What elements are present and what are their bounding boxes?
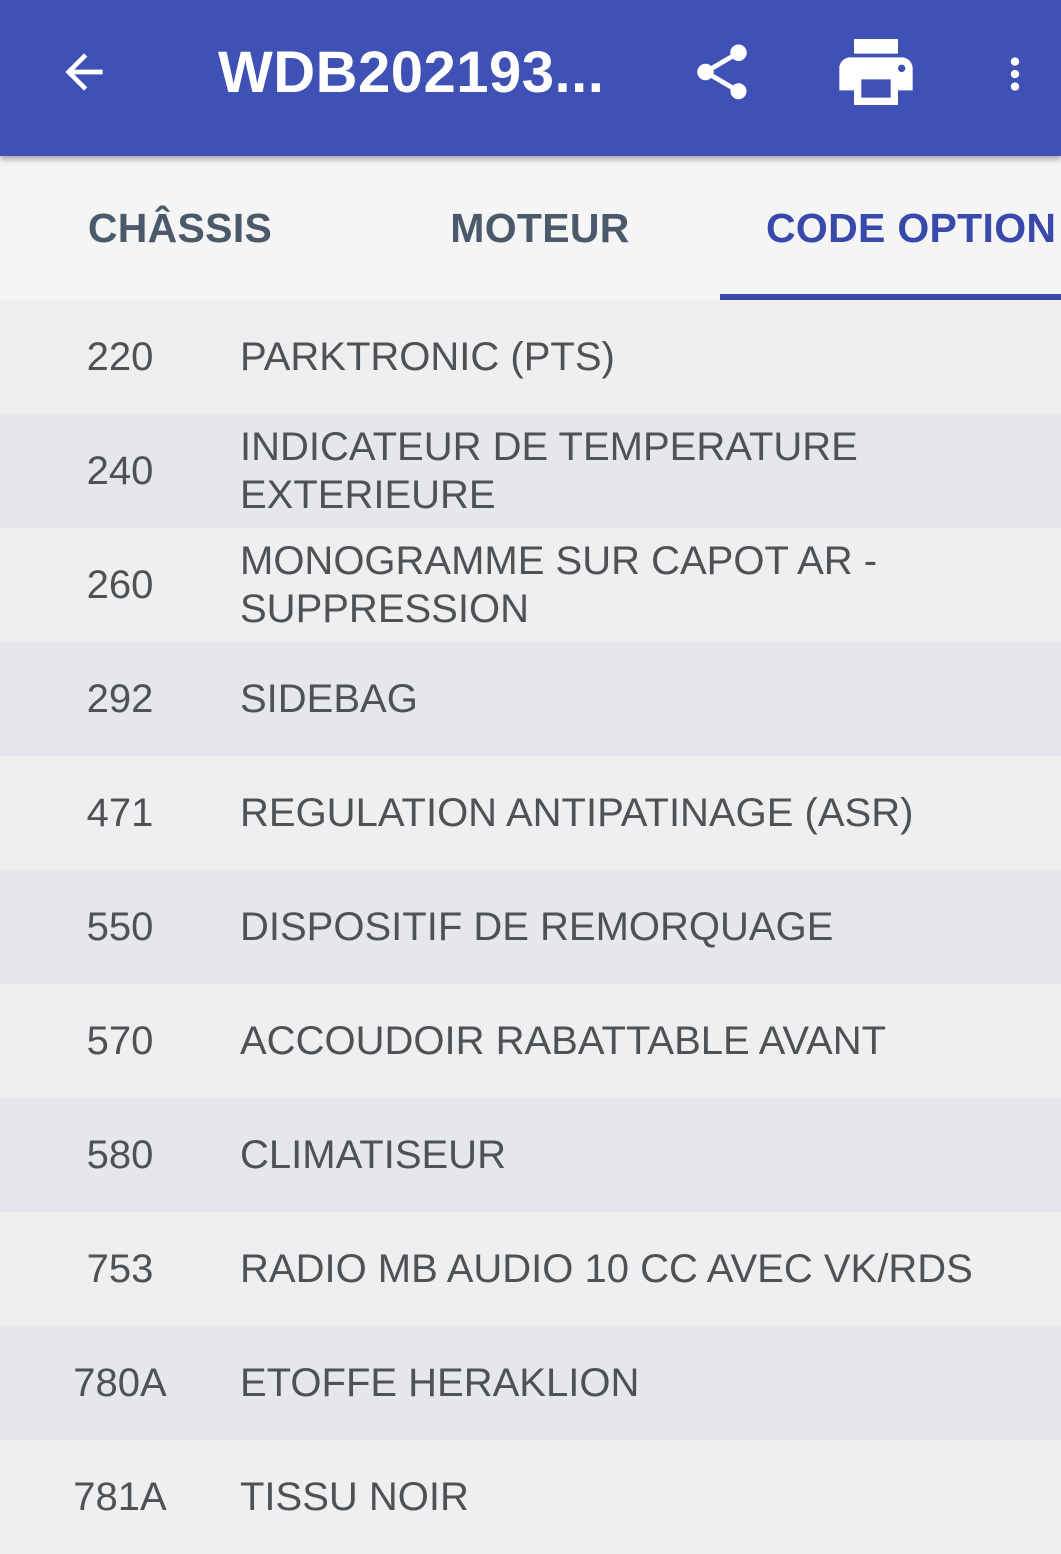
option-description: SIDEBAG [240,677,418,721]
option-code: 570 [86,1018,154,1063]
tab-bar: CHÂSSIS MOTEUR CODE OPTION [0,156,1061,300]
option-description: RADIO MB AUDIO 10 CC AVEC VK/RDS [240,1247,973,1291]
option-code: 753 [86,1246,154,1291]
active-tab-indicator [720,294,1061,300]
option-code: 580 [86,1132,154,1177]
option-description: ACCOUDOIR RABATTABLE AVANT [240,1019,887,1063]
option-description: DISPOSITIF DE REMORQUAGE [240,905,834,949]
option-code: 780A [73,1360,167,1405]
list-item[interactable]: 292 SIDEBAG [0,642,1061,756]
option-description: PARKTRONIC (PTS) [240,335,615,379]
list-item[interactable]: 580 CLIMATISEUR [0,1098,1061,1212]
option-code: 260 [86,562,154,607]
option-description: REGULATION ANTIPATINAGE (ASR) [240,791,914,835]
list-item[interactable]: 570 ACCOUDOIR RABATTABLE AVANT [0,984,1061,1098]
list-item[interactable]: 220 PARKTRONIC (PTS) [0,300,1061,414]
option-code: 292 [86,676,154,721]
list-item[interactable]: 781A TISSU NOIR [0,1440,1061,1554]
arrow-left-icon [65,53,103,91]
tab-chassis[interactable]: CHÂSSIS [0,156,360,300]
option-description: INDICATEUR DE TEMPERATURE EXTERIEURE [240,425,858,517]
share-button[interactable] [680,30,764,114]
option-code-list: 220 PARKTRONIC (PTS) 240 INDICATEUR DE T… [0,300,1061,1554]
option-code: 220 [86,334,154,379]
option-code: 471 [86,790,154,835]
list-item[interactable]: 550 DISPOSITIF DE REMORQUAGE [0,870,1061,984]
option-code: 781A [73,1474,167,1519]
option-code: 240 [86,448,154,493]
list-item[interactable]: 780A ETOFFE HERAKLION [0,1326,1061,1440]
option-description: MONOGRAMME SUR CAPOT AR - SUPPRESSION [240,539,878,631]
tab-code-option[interactable]: CODE OPTION [720,156,1061,300]
list-item[interactable]: 471 REGULATION ANTIPATINAGE (ASR) [0,756,1061,870]
share-icon [697,44,747,100]
list-item[interactable]: 260 MONOGRAMME SUR CAPOT AR - SUPPRESSIO… [0,528,1061,642]
print-button[interactable] [830,28,922,116]
list-item[interactable]: 753 RADIO MB AUDIO 10 CC AVEC VK/RDS [0,1212,1061,1326]
option-description: TISSU NOIR [240,1475,469,1519]
option-description: CLIMATISEUR [240,1133,506,1177]
back-button[interactable] [44,32,124,112]
tab-moteur[interactable]: MOTEUR [360,156,720,300]
more-vert-icon [1010,57,1020,91]
list-item[interactable]: 240 INDICATEUR DE TEMPERATURE EXTERIEURE [0,414,1061,528]
print-icon [839,39,913,105]
option-description: ETOFFE HERAKLION [240,1361,640,1405]
page-title: WDB202193... [218,40,605,105]
option-code: 550 [86,904,154,949]
app-bar: WDB202193... [0,0,1061,156]
more-options-button[interactable] [990,32,1040,116]
